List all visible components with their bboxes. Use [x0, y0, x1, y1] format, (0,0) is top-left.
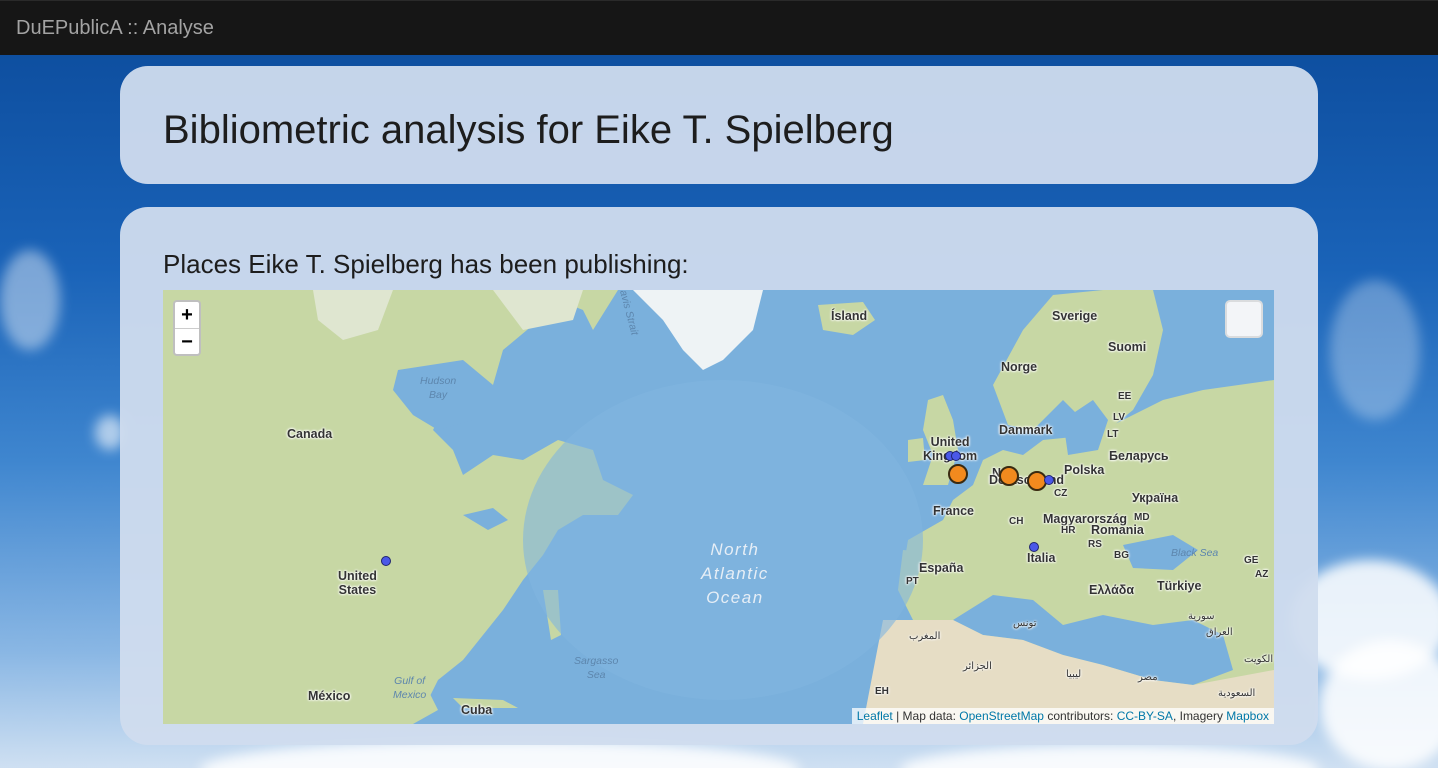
label-ge: GE — [1244, 555, 1259, 566]
label-ukraina: Україна — [1132, 491, 1179, 505]
label-sverige: Sverige — [1052, 309, 1098, 323]
label-black-sea: Black Sea — [1171, 547, 1219, 559]
label-norge: Norge — [1001, 360, 1038, 374]
label-france: France — [933, 504, 974, 518]
label-canada: Canada — [287, 427, 333, 441]
label-az: AZ — [1255, 569, 1269, 580]
map-base-layer — [163, 290, 1274, 724]
label-cuba: Cuba — [461, 703, 493, 717]
label-ocean: North Atlantic Ocean — [701, 540, 769, 607]
label-sargasso: Sargasso Sea — [574, 655, 619, 681]
label-polska: Polska — [1064, 463, 1105, 477]
section-heading: Places Eike T. Spielberg has been publis… — [163, 249, 689, 279]
brand-link[interactable]: DuEPublicA :: Analyse — [16, 17, 214, 40]
label-pt: PT — [906, 576, 919, 587]
zoom-control: + − — [173, 300, 201, 356]
label-misr: مصر — [1138, 672, 1158, 683]
label-turkiye: Türkiye — [1157, 579, 1202, 593]
label-bg: BG — [1114, 550, 1129, 561]
cc-by-sa-link[interactable]: CC-BY-SA — [1117, 709, 1173, 723]
label-island: Ísland — [831, 309, 868, 323]
label-ch: CH — [1009, 516, 1024, 527]
label-mexico: México — [308, 689, 351, 703]
label-eh: EH — [875, 686, 889, 697]
leaflet-link[interactable]: Leaflet — [857, 709, 893, 723]
marker-usa[interactable] — [381, 556, 391, 566]
label-saudi: السعودية — [1218, 688, 1256, 699]
label-jazair: الجزائر — [963, 661, 992, 672]
label-kuwait: الكويت — [1244, 654, 1274, 665]
marker-italy[interactable] — [1029, 542, 1039, 552]
label-iraq: العراق — [1206, 627, 1233, 638]
label-lt: LT — [1107, 429, 1119, 440]
zoom-in-button[interactable]: + — [175, 302, 199, 329]
label-hr: HR — [1061, 525, 1076, 536]
layers-control-button[interactable] — [1225, 300, 1263, 338]
label-maghrib: المغرب — [909, 631, 941, 642]
marker-poland[interactable] — [1044, 475, 1054, 485]
attribution-text-2: contributors: — [1043, 709, 1117, 723]
label-tunis: تونس — [1013, 618, 1037, 629]
label-ellada: Ελλάδα — [1089, 583, 1135, 597]
marker-uk-2[interactable] — [951, 451, 961, 461]
label-belarus: Беларусь — [1109, 449, 1169, 463]
zoom-out-button[interactable]: − — [175, 329, 199, 354]
label-danmark: Danmark — [999, 423, 1053, 437]
label-gulf: Gulf of Mexico — [393, 675, 427, 701]
marker-germany-west[interactable] — [999, 466, 1019, 486]
map-panel: Places Eike T. Spielberg has been publis… — [120, 207, 1318, 745]
label-hudson: Hudson Bay — [420, 375, 457, 401]
label-espana: España — [919, 561, 964, 575]
label-rs: RS — [1088, 539, 1102, 550]
label-romania: Romania — [1091, 523, 1144, 537]
label-lv: LV — [1113, 412, 1126, 423]
navbar: DuEPublicA :: Analyse — [0, 0, 1438, 55]
attribution-text-1: | Map data: — [892, 709, 960, 723]
mapbox-link[interactable]: Mapbox — [1226, 709, 1269, 723]
openstreetmap-link[interactable]: OpenStreetMap — [959, 709, 1044, 723]
label-suomi: Suomi — [1108, 340, 1147, 354]
marker-uk-orange[interactable] — [948, 464, 968, 484]
attribution-text-3: , Imagery — [1172, 709, 1227, 723]
label-italia: Italia — [1027, 551, 1056, 565]
label-suriya: سورية — [1188, 611, 1215, 622]
label-libya: ليبيا — [1066, 669, 1082, 680]
world-map[interactable]: Ísland Sverige Suomi Norge Danmark Unite… — [163, 290, 1274, 724]
map-attribution: Leaflet | Map data: OpenStreetMap contri… — [851, 708, 1274, 724]
label-ee: EE — [1118, 391, 1132, 402]
page-title: Bibliometric analysis for Eike T. Spielb… — [163, 108, 894, 152]
label-cz: CZ — [1054, 488, 1068, 499]
label-us: United States — [338, 569, 377, 597]
header-panel: Bibliometric analysis for Eike T. Spielb… — [120, 66, 1318, 184]
